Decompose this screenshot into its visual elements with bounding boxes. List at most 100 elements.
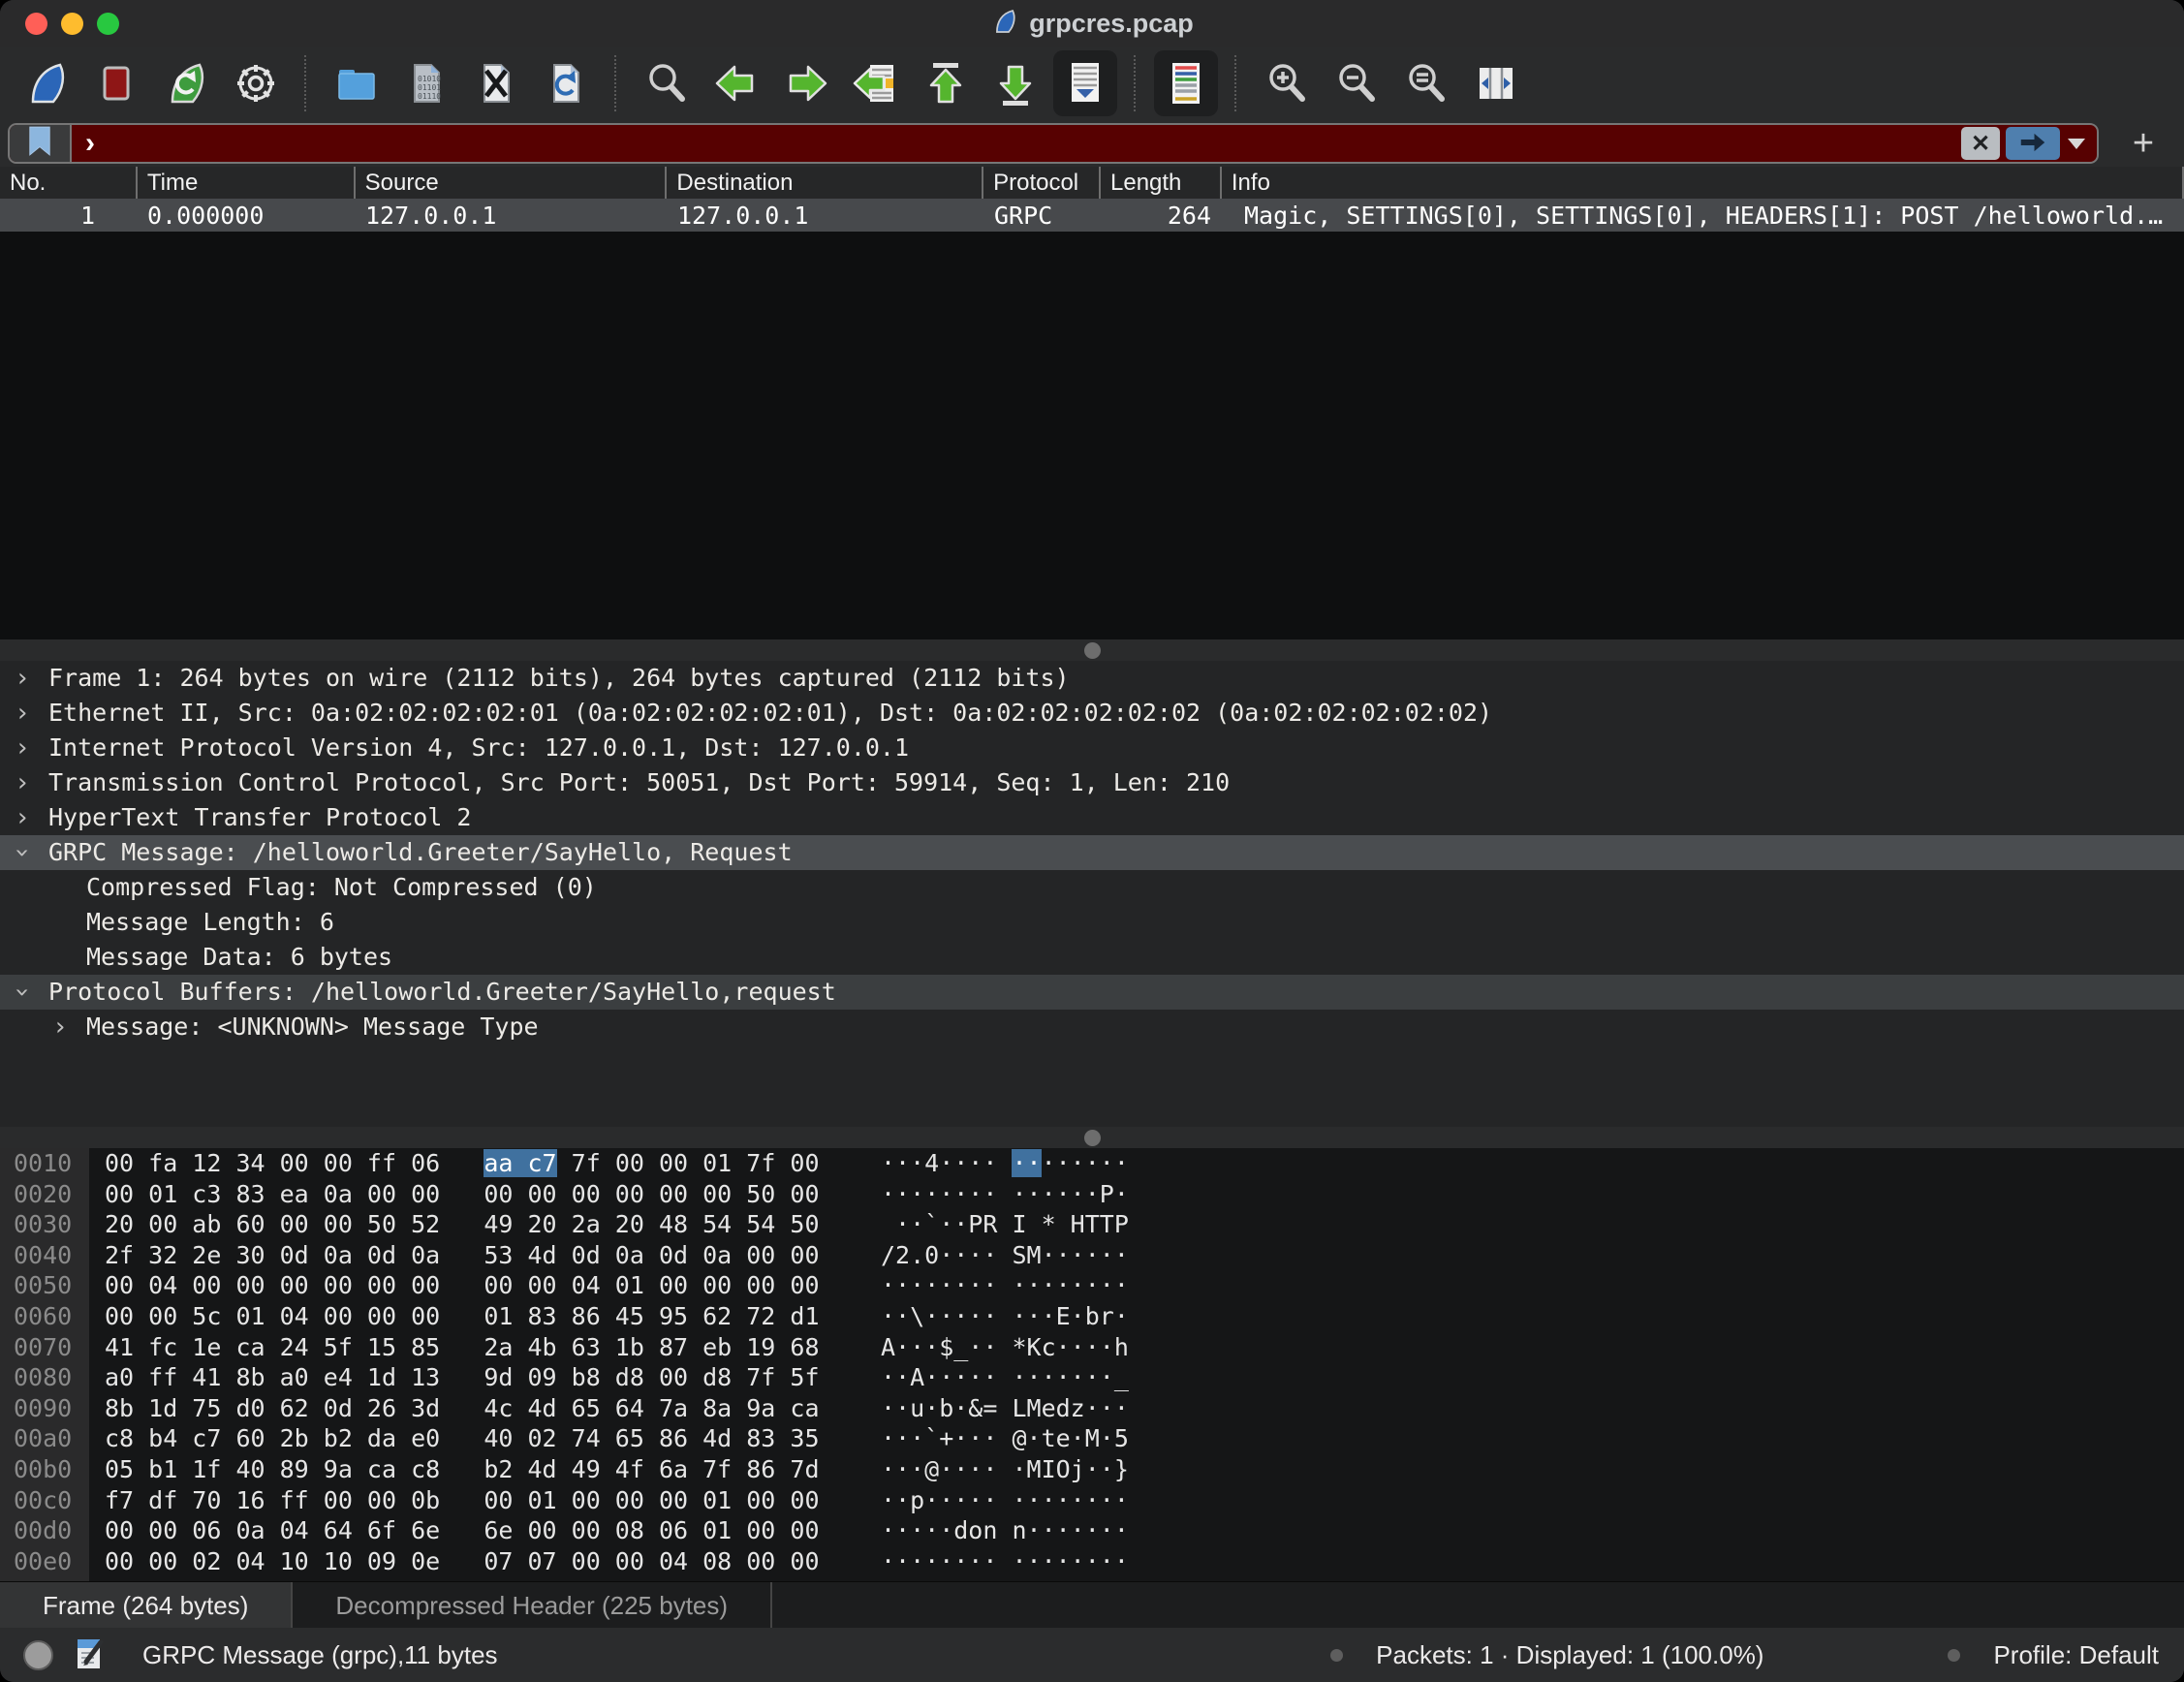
chevron-right-icon[interactable]: › — [10, 696, 35, 731]
hex-bytes[interactable]: a0 ff 41 8b a0 e4 1d 13 9d 09 b8 d8 00 d… — [105, 1362, 820, 1393]
hex-ascii[interactable]: A···$_·· *Kc····h — [881, 1332, 1129, 1363]
restart-capture-button[interactable] — [154, 50, 218, 116]
colorize-button[interactable] — [1154, 50, 1218, 116]
zoom-out-button[interactable] — [1325, 50, 1388, 116]
hex-ascii[interactable]: ········ ········ — [881, 1270, 1129, 1301]
hex-bytes[interactable]: 00 fa 12 34 00 00 ff 06 aa c7 7f 00 00 0… — [105, 1148, 820, 1179]
hex-bytes[interactable]: 41 fc 1e ca 24 5f 15 85 2a 4b 63 1b 87 e… — [105, 1332, 820, 1363]
resize-columns-button[interactable] — [1464, 50, 1528, 116]
hex-ascii[interactable]: /2.0···· SM······ — [881, 1240, 1129, 1271]
chevron-right-icon[interactable]: › — [10, 661, 35, 696]
filter-dropdown-caret[interactable] — [2068, 139, 2085, 149]
hex-bytes[interactable]: 00 04 00 00 00 00 00 00 00 00 04 01 00 0… — [105, 1270, 820, 1301]
column-header-length[interactable]: Length — [1099, 167, 1220, 199]
zoom-reset-button[interactable] — [1394, 50, 1458, 116]
open-file-button[interactable] — [325, 50, 389, 116]
hex-row[interactable]: 001000 fa 12 34 00 00 ff 06 aa c7 7f 00 … — [0, 1148, 2184, 1179]
chevron-right-icon[interactable]: › — [10, 800, 35, 835]
hex-row[interactable]: 003020 00 ab 60 00 00 50 52 49 20 2a 20 … — [0, 1209, 2184, 1240]
hex-ascii[interactable]: ··\····· ···E·br· — [881, 1301, 1129, 1332]
column-header-source[interactable]: Source — [354, 167, 666, 199]
first-packet-button[interactable] — [914, 50, 978, 116]
hex-bytes[interactable]: f7 df 70 16 ff 00 00 0b 00 01 00 00 00 0… — [105, 1485, 820, 1516]
save-file-button[interactable]: 010100110101110 — [394, 50, 458, 116]
chevron-down-icon[interactable]: › — [5, 840, 40, 865]
auto-scroll-button[interactable] — [1053, 50, 1117, 116]
hex-bytes[interactable]: 00 00 02 04 10 10 09 0e 07 07 00 00 04 0… — [105, 1546, 820, 1577]
minimize-window-button[interactable] — [61, 13, 83, 35]
hex-bytes[interactable]: c8 b4 c7 60 2b b2 da e0 40 02 74 65 86 4… — [105, 1423, 820, 1454]
chevron-right-icon[interactable]: › — [10, 731, 35, 765]
byte-view-tab[interactable]: Frame (264 bytes) — [0, 1582, 293, 1629]
stop-capture-button[interactable] — [84, 50, 148, 116]
detail-row[interactable]: ›Frame 1: 264 bytes on wire (2112 bits),… — [0, 661, 2184, 696]
hex-row[interactable]: 00b005 b1 1f 40 89 9a ca c8 b2 4d 49 4f … — [0, 1454, 2184, 1485]
hex-bytes[interactable]: 00 00 5c 01 04 00 00 00 01 83 86 45 95 6… — [105, 1301, 820, 1332]
filter-bookmark-button[interactable] — [10, 125, 72, 162]
capture-options-button[interactable] — [224, 50, 288, 116]
hex-row[interactable]: 00d000 00 06 0a 04 64 6f 6e 6e 00 00 08 … — [0, 1515, 2184, 1546]
filter-add-button[interactable]: + — [2120, 123, 2167, 164]
hex-bytes[interactable]: 8b 1d 75 d0 62 0d 26 3d 4c 4d 65 64 7a 8… — [105, 1393, 820, 1424]
reload-file-button[interactable] — [534, 50, 598, 116]
hex-ascii[interactable]: ···`+··· @·te·M·5 — [881, 1423, 1129, 1454]
close-window-button[interactable] — [25, 13, 47, 35]
hex-bytes[interactable]: 00 00 06 0a 04 64 6f 6e 6e 00 00 08 06 0… — [105, 1515, 820, 1546]
detail-row[interactable]: ›Message: <UNKNOWN> Message Type — [0, 1010, 2184, 1044]
chevron-right-icon[interactable]: › — [10, 765, 35, 800]
filter-clear-button[interactable]: ✕ — [1961, 127, 2000, 160]
packet-list-empty-area[interactable] — [0, 232, 2184, 641]
display-filter-field[interactable]: › ✕ — [8, 123, 2099, 164]
hex-ascii[interactable]: ··u·b·&= LMedz··· — [881, 1393, 1129, 1424]
hex-ascii[interactable]: ·····don n······· — [881, 1515, 1129, 1546]
hex-row[interactable]: 007041 fc 1e ca 24 5f 15 85 2a 4b 63 1b … — [0, 1332, 2184, 1363]
chevron-right-icon[interactable]: › — [47, 1010, 73, 1044]
hex-row[interactable]: 0080a0 ff 41 8b a0 e4 1d 13 9d 09 b8 d8 … — [0, 1362, 2184, 1393]
detail-row[interactable]: Compressed Flag: Not Compressed (0) — [0, 870, 2184, 905]
column-header-protocol[interactable]: Protocol — [982, 167, 1099, 199]
hex-ascii[interactable]: ········ ······P· — [881, 1179, 1129, 1210]
hex-bytes[interactable]: 20 00 ab 60 00 00 50 52 49 20 2a 20 48 5… — [105, 1209, 820, 1240]
packet-row[interactable]: 10.000000127.0.0.1127.0.0.1GRPC264Magic,… — [0, 199, 2184, 232]
filter-apply-button[interactable] — [2006, 127, 2060, 160]
next-packet-button[interactable] — [774, 50, 838, 116]
column-header-info[interactable]: Info — [1220, 167, 2182, 199]
hex-row[interactable]: 00908b 1d 75 d0 62 0d 26 3d 4c 4d 65 64 … — [0, 1393, 2184, 1424]
find-packet-button[interactable] — [635, 50, 699, 116]
hex-ascii[interactable]: ··p····· ········ — [881, 1485, 1129, 1516]
hex-row[interactable]: 00c0f7 df 70 16 ff 00 00 0b 00 01 00 00 … — [0, 1485, 2184, 1516]
detail-row[interactable]: Message Data: 6 bytes — [0, 940, 2184, 975]
hex-ascii[interactable]: ········ ········ — [881, 1546, 1129, 1577]
capture-comment-button[interactable] — [75, 1637, 104, 1673]
expert-info-icon[interactable] — [23, 1640, 53, 1670]
zoom-window-button[interactable] — [97, 13, 119, 35]
last-packet-button[interactable] — [983, 50, 1047, 116]
hex-bytes[interactable]: 2f 32 2e 30 0d 0a 0d 0a 53 4d 0d 0a 0d 0… — [105, 1240, 820, 1271]
hex-ascii[interactable]: ···@···· ·MIOj··} — [881, 1454, 1129, 1485]
status-profile[interactable]: Profile: Default — [1993, 1640, 2159, 1670]
hex-bytes[interactable]: 05 b1 1f 40 89 9a ca c8 b2 4d 49 4f 6a 7… — [105, 1454, 820, 1485]
hex-ascii[interactable]: ··A····· ·······_ — [881, 1362, 1129, 1393]
hex-row[interactable]: 006000 00 5c 01 04 00 00 00 01 83 86 45 … — [0, 1301, 2184, 1332]
display-filter-input[interactable] — [95, 124, 1961, 163]
wireshark-start-button[interactable] — [15, 50, 78, 116]
hex-row[interactable]: 00e000 00 02 04 10 10 09 0e 07 07 00 00 … — [0, 1546, 2184, 1577]
go-to-packet-button[interactable] — [844, 50, 908, 116]
hex-row[interactable]: 005000 04 00 00 00 00 00 00 00 00 04 01 … — [0, 1270, 2184, 1301]
chevron-down-icon[interactable]: › — [5, 980, 40, 1005]
hex-bytes[interactable]: 00 01 c3 83 ea 0a 00 00 00 00 00 00 00 0… — [105, 1179, 820, 1210]
previous-packet-button[interactable] — [704, 50, 768, 116]
column-header-time[interactable]: Time — [136, 167, 354, 199]
detail-row[interactable]: ›Protocol Buffers: /helloworld.Greeter/S… — [0, 975, 2184, 1010]
detail-row[interactable]: ›HyperText Transfer Protocol 2 — [0, 800, 2184, 835]
hex-ascii[interactable]: ··`··PR I * HTTP — [881, 1209, 1129, 1240]
hex-row[interactable]: 002000 01 c3 83 ea 0a 00 00 00 00 00 00 … — [0, 1179, 2184, 1210]
detail-row[interactable]: ›GRPC Message: /helloworld.Greeter/SayHe… — [0, 835, 2184, 870]
byte-view-tab[interactable]: Decompressed Header (225 bytes) — [293, 1582, 772, 1629]
detail-row[interactable]: ›Internet Protocol Version 4, Src: 127.0… — [0, 731, 2184, 765]
hex-row[interactable]: 00a0c8 b4 c7 60 2b b2 da e0 40 02 74 65 … — [0, 1423, 2184, 1454]
pane-splitter-upper[interactable] — [0, 639, 2184, 661]
column-header-destination[interactable]: Destination — [665, 167, 982, 199]
close-file-button[interactable] — [464, 50, 528, 116]
detail-row[interactable]: Message Length: 6 — [0, 905, 2184, 940]
